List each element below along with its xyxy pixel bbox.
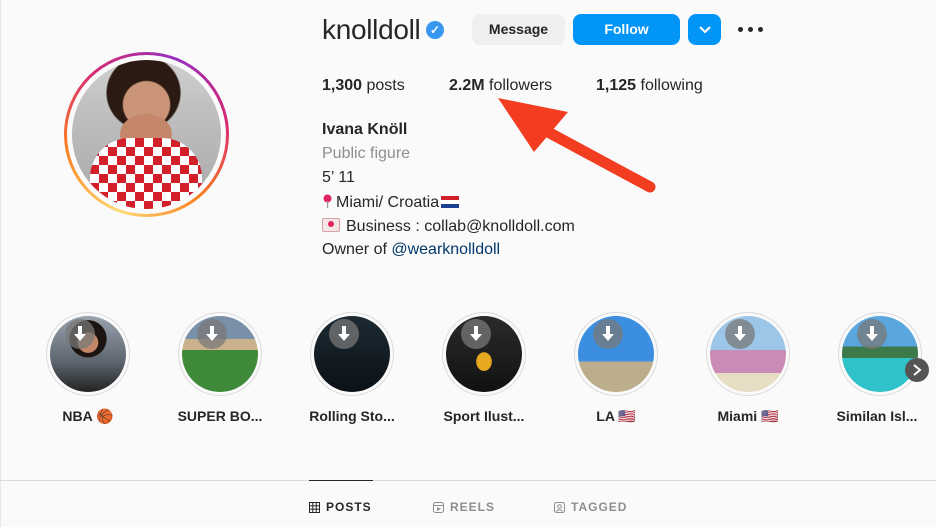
download-icon — [461, 319, 491, 349]
bio-name: Ivana Knöll — [322, 121, 408, 138]
download-icon — [593, 319, 623, 349]
highlights-next-button[interactable] — [905, 358, 929, 382]
bio-line-business: Business : collab@knolldoll.com — [322, 217, 575, 236]
tab-reels[interactable]: REELS — [433, 500, 495, 514]
profile-username: knolldoll — [322, 14, 421, 45]
avatar-photo — [72, 60, 221, 209]
bio-line-height: 5’ 11 — [322, 169, 355, 186]
bio-line-owner: Owner of @wearknolldoll — [322, 241, 500, 259]
highlight-item[interactable] — [838, 312, 922, 396]
stat-posts: 1,300 posts — [322, 77, 405, 95]
bio-category: Public figure — [322, 145, 411, 162]
annotation-arrow — [498, 98, 656, 193]
tab-reels-label: REELS — [450, 500, 496, 514]
tabs-divider — [0, 480, 936, 481]
followers-count: 2.2M — [449, 77, 485, 94]
download-icon — [329, 319, 359, 349]
avatar-photo-shirt — [90, 138, 202, 209]
download-icon — [197, 319, 227, 349]
tagged-icon — [554, 502, 565, 513]
profile-avatar[interactable] — [64, 52, 229, 217]
tab-tagged-label: TAGGED — [571, 500, 628, 514]
bio-location-text: Miami/ Croatia — [336, 194, 440, 211]
highlight-label: Similan Isl... — [836, 408, 918, 424]
highlight-item[interactable] — [310, 312, 394, 396]
bio-business-text: Business : collab@knolldoll.com — [346, 218, 575, 235]
highlight-item[interactable] — [706, 312, 790, 396]
tab-tagged[interactable]: TAGGED — [554, 500, 627, 514]
croatia-flag-icon — [441, 196, 460, 208]
follow-button[interactable]: Follow — [573, 14, 680, 45]
highlight-label: LA 🇺🇸 — [596, 408, 636, 424]
love-letter-icon — [322, 218, 340, 232]
grid-icon — [309, 502, 320, 513]
download-icon — [857, 319, 887, 349]
tab-posts[interactable]: POSTS — [309, 500, 372, 514]
reels-icon — [433, 502, 444, 513]
page-border — [0, 0, 1, 527]
bio-line-location: Miami/ Croatia — [322, 193, 460, 212]
message-button[interactable]: Message — [472, 14, 565, 45]
highlight-label: Sport Ilust... — [443, 408, 525, 424]
highlight-item[interactable] — [178, 312, 262, 396]
more-options-icon[interactable] — [738, 22, 764, 36]
verified-badge-icon: ✓ — [426, 21, 444, 39]
highlight-item[interactable] — [46, 312, 130, 396]
suggested-dropdown-button[interactable] — [688, 14, 721, 45]
active-tab-indicator — [309, 480, 373, 481]
chevron-down-icon — [698, 26, 711, 34]
download-icon — [725, 319, 755, 349]
highlight-label: NBA 🏀 — [62, 408, 114, 424]
tab-posts-label: POSTS — [326, 500, 372, 514]
bio-owner-prefix: Owner of — [322, 241, 392, 258]
bio-owner-link[interactable]: @wearknolldoll — [391, 241, 500, 258]
highlight-label: SUPER BO... — [177, 408, 263, 424]
posts-label: posts — [366, 77, 405, 94]
highlight-label: Rolling Sto... — [309, 408, 395, 424]
highlight-item[interactable] — [442, 312, 526, 396]
download-icon — [65, 319, 95, 349]
posts-count: 1,300 — [322, 77, 363, 94]
chevron-right-icon — [913, 364, 922, 376]
highlight-label: Miami 🇺🇸 — [717, 408, 779, 424]
round-pushpin-icon — [322, 194, 333, 208]
highlight-item[interactable] — [574, 312, 658, 396]
